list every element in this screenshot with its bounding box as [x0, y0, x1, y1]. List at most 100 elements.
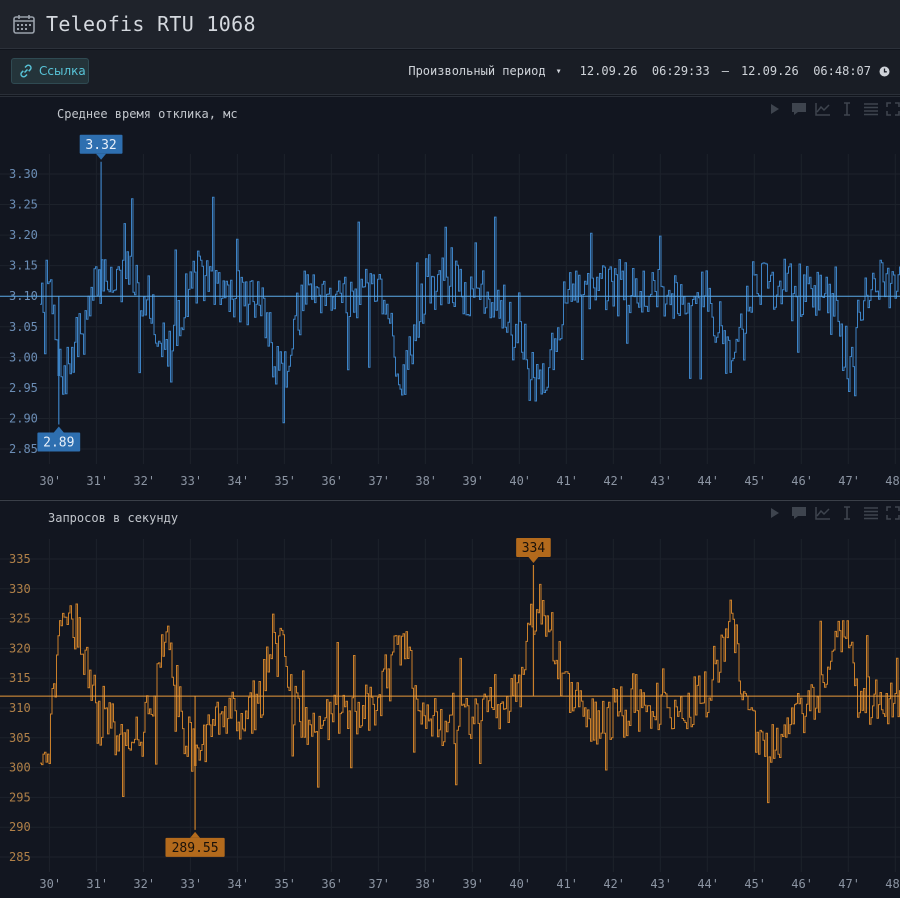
- list-icon[interactable]: [862, 101, 880, 117]
- response-time-title: Среднее время отклика, мс: [57, 107, 238, 121]
- cursor-icon[interactable]: [838, 101, 856, 117]
- y-tick-label: 295: [9, 790, 31, 804]
- y-tick-label: 3.30: [9, 167, 38, 181]
- x-tick-label: 38': [415, 877, 437, 891]
- x-tick-label: 37': [368, 877, 390, 891]
- y-tick-label: 330: [9, 582, 31, 596]
- x-tick-label: 33': [180, 474, 202, 488]
- x-tick-label: 30': [39, 877, 61, 891]
- min-callout-label: 289.55: [172, 841, 219, 856]
- panel-tools: [766, 505, 900, 521]
- x-tick-label: 30': [39, 474, 61, 488]
- x-tick-label: 48': [885, 474, 900, 488]
- cursor-icon[interactable]: [838, 505, 856, 521]
- x-tick-label: 40': [509, 877, 531, 891]
- max-callout-label: 334: [522, 541, 546, 556]
- x-tick-label: 43': [650, 474, 672, 488]
- comment-icon[interactable]: [790, 101, 808, 117]
- toolbar: Ссылка Произвольный период ▾ 12.09.26 06…: [0, 50, 900, 95]
- link-button[interactable]: Ссылка: [11, 58, 89, 84]
- x-tick-label: 41': [556, 877, 578, 891]
- comment-icon[interactable]: [790, 505, 808, 521]
- x-tick-label: 47': [838, 877, 860, 891]
- x-tick-label: 46': [791, 877, 813, 891]
- x-tick-label: 42': [603, 474, 625, 488]
- x-tick-label: 41': [556, 474, 578, 488]
- calendar-icon: [13, 15, 35, 34]
- min-callout-pointer: [53, 426, 64, 433]
- series-line: [40, 583, 900, 804]
- max-callout-label: 3.32: [85, 138, 116, 153]
- x-tick-label: 44': [697, 474, 719, 488]
- x-tick-label: 34': [227, 877, 249, 891]
- chart-type-icon[interactable]: [814, 505, 832, 521]
- y-tick-label: 3.25: [9, 198, 38, 212]
- range-separator: —: [721, 64, 729, 78]
- link-button-label: Ссылка: [39, 64, 86, 78]
- play-icon[interactable]: [766, 101, 784, 117]
- x-tick-label: 38': [415, 474, 437, 488]
- window-title: Teleofis RTU 1068: [46, 12, 256, 36]
- min-callout-label: 2.89: [43, 436, 74, 451]
- min-callout: 2.89: [37, 426, 81, 452]
- range-start[interactable]: 12.09.26 06:29:33: [580, 64, 710, 78]
- clock-icon[interactable]: [879, 66, 890, 77]
- x-tick-label: 45': [744, 877, 766, 891]
- min-callout: 289.55: [165, 831, 225, 857]
- y-tick-label: 320: [9, 641, 31, 655]
- play-icon[interactable]: [766, 505, 784, 521]
- response-time-panel: 3.30 3.25 3.20 3.15 3.10 3.05 3.00 2.95 2.90 2.85…: [0, 96, 900, 499]
- y-tick-label: 2.90: [9, 411, 38, 425]
- fullscreen-icon[interactable]: [886, 505, 900, 521]
- x-tick-label: 32': [133, 474, 155, 488]
- chart-type-icon[interactable]: [814, 101, 832, 117]
- requests-chart: 335 330 325 320 315 310 305 300 295 290 285 30' 31' 3…: [0, 537, 900, 891]
- x-tick-label: 40': [509, 474, 531, 488]
- y-tick-label: 2.95: [9, 381, 38, 395]
- fullscreen-icon[interactable]: [886, 101, 900, 117]
- x-tick-label: 32': [133, 877, 155, 891]
- chevron-down-icon[interactable]: ▾: [556, 66, 562, 77]
- y-tick-label: 3.15: [9, 259, 38, 273]
- y-tick-label: 285: [9, 850, 31, 864]
- y-tick-label: 315: [9, 671, 31, 685]
- range-end[interactable]: 12.09.26 06:48:07: [741, 64, 871, 78]
- period-selector: Произвольный период ▾ 12.09.26 06:29:33 …: [408, 64, 890, 78]
- x-tick-label: 36': [321, 877, 343, 891]
- y-tick-label: 325: [9, 612, 31, 626]
- x-tick-label: 31': [86, 877, 108, 891]
- x-tick-label: 31': [86, 474, 108, 488]
- x-tick-label: 42': [603, 877, 625, 891]
- period-select[interactable]: Произвольный период: [408, 64, 545, 78]
- y-tick-label: 3.05: [9, 320, 38, 334]
- y-tick-label: 2.85: [9, 442, 38, 456]
- x-tick-label: 44': [697, 877, 719, 891]
- response-time-chart: 3.303.253.203.153.103.053.002.952.902.85…: [0, 134, 900, 488]
- y-tick-label: 300: [9, 761, 31, 775]
- y-tick-label: 310: [9, 701, 31, 715]
- x-tick-label: 48': [885, 877, 900, 891]
- x-tick-label: 36': [321, 474, 343, 488]
- y-tick-label: 290: [9, 820, 31, 834]
- title-bar: Teleofis RTU 1068: [0, 0, 900, 49]
- x-tick-label: 39': [462, 877, 484, 891]
- y-tick-label: 3.20: [9, 228, 38, 242]
- x-tick-label: 45': [744, 474, 766, 488]
- max-callout: 3.32: [79, 134, 123, 160]
- panel-tools: [766, 101, 900, 117]
- y-tick-label: 335: [9, 552, 31, 566]
- x-tick-label: 43': [650, 877, 672, 891]
- x-tick-label: 35': [274, 474, 296, 488]
- x-tick-label: 46': [791, 474, 813, 488]
- x-tick-label: 37': [368, 474, 390, 488]
- requests-title: Запросов в секунду: [48, 511, 179, 525]
- link-icon: [20, 64, 32, 78]
- x-tick-label: 39': [462, 474, 484, 488]
- y-tick-label: 3.00: [9, 350, 38, 364]
- requests-panel: 335 330 325 320 315 310 305 300 295 290 285 30' 31' 3…: [0, 500, 900, 898]
- list-icon[interactable]: [862, 505, 880, 521]
- x-tick-label: 35': [274, 877, 296, 891]
- min-callout-pointer: [190, 831, 201, 838]
- x-tick-label: 34': [227, 474, 249, 488]
- series-line: [40, 196, 900, 424]
